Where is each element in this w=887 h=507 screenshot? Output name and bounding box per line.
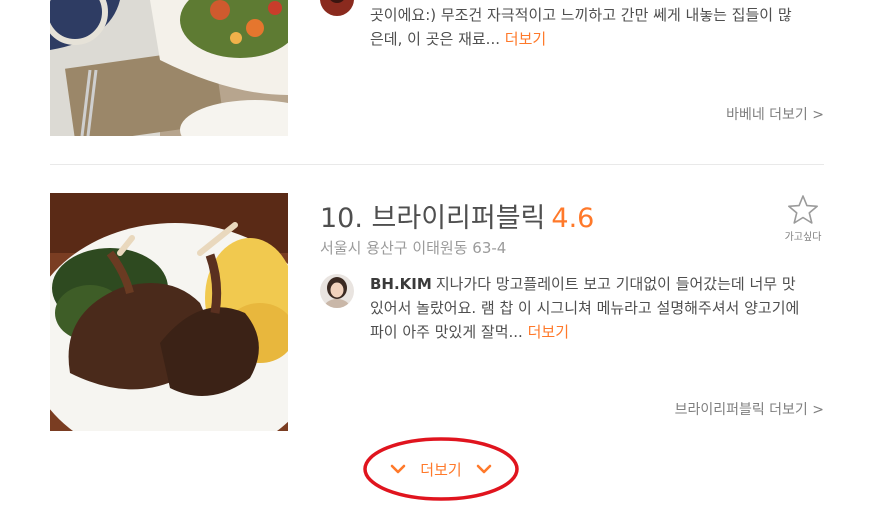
chevron-down-icon [390,464,406,474]
reviewer-avatar[interactable] [320,274,354,308]
wish-button[interactable]: 가고싶다 [782,194,824,243]
list-divider [50,164,824,165]
previous-restaurant-photo[interactable] [50,0,288,136]
previous-review: 곳이에요:) 무조건 자극적이고 느끼하고 간만 쎄게 내놓는 집들이 많은데,… [370,3,800,51]
review-more-link[interactable]: 더보기 [528,323,569,341]
restaurant-title[interactable]: 10. 브라이리퍼블릭 4.6 [320,196,594,235]
previous-review-text: 곳이에요:) 무조건 자극적이고 느끼하고 간만 쎄게 내놓는 집들이 많은데,… [370,6,792,48]
load-more-label: 더보기 [420,460,462,479]
wish-label: 가고싶다 [784,232,822,243]
chevron-down-icon [476,464,492,474]
load-more-button[interactable]: 더보기 [389,457,493,481]
restaurant-see-more-link[interactable]: 브라이리퍼블릭 더보기 > [675,399,824,419]
review: BH.KIM 지나가다 망고플레이트 보고 기대없이 들어갔는데 너무 맛있어서 … [370,272,800,344]
restaurant-rank-name[interactable]: 10. 브라이리퍼블릭 [320,203,545,234]
previous-restaurant-see-more-link[interactable]: 바베네 더보기 > [726,104,824,124]
restaurant-photo[interactable] [50,193,288,431]
star-outline-icon [788,195,818,224]
review-text: 지나가다 망고플레이트 보고 기대없이 들어갔는데 너무 맛있어서 놀랐어요. … [370,275,800,341]
previous-review-more-link[interactable]: 더보기 [505,30,546,48]
restaurant-address: 서울시 용산구 이태원동 63-4 [320,239,507,257]
reviewer-name[interactable]: BH.KIM [370,275,432,293]
previous-reviewer-avatar[interactable] [320,0,354,16]
restaurant-score: 4.6 [551,203,595,234]
